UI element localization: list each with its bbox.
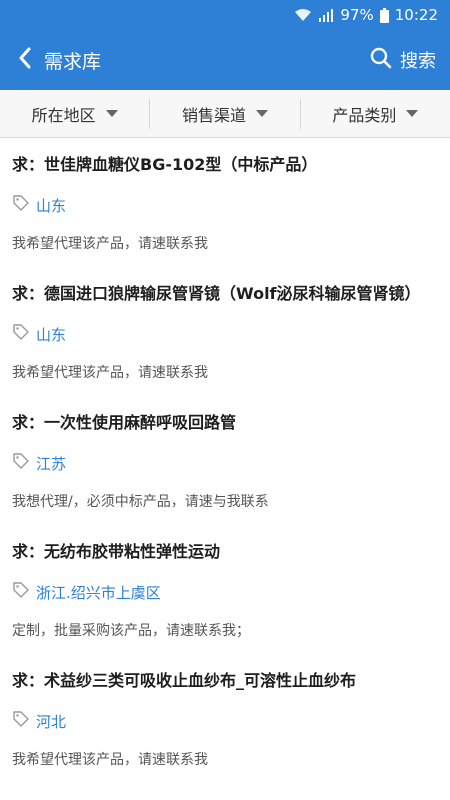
page-title: 需求库 — [44, 50, 102, 73]
location-label: 浙江.绍兴市上虞区 — [36, 583, 161, 602]
item-title: 求：德国进口狼牌输尿管肾镜（Wolf泌尿科输尿管肾镜） — [12, 284, 421, 303]
item-location: 浙江.绍兴市上虞区 — [12, 581, 438, 603]
tag-icon — [12, 581, 30, 603]
search-button[interactable]: 搜索 — [370, 47, 436, 74]
list-item[interactable]: 求：术益纱三类可吸收止血纱布_可溶性止血纱布 河北 我希望代理该产品，请速联系我 — [0, 654, 450, 783]
item-location: 山东 — [12, 323, 438, 345]
item-description: 定制，批量采购该产品，请速联系我； — [12, 623, 250, 639]
item-title: 求：无纺布胶带粘性弹性运动 — [12, 542, 221, 561]
tag-icon — [12, 710, 30, 732]
list-item[interactable]: 求：世佳牌血糖仪BG-102型（中标产品） 山东 我希望代理该产品，请速联系我 — [0, 138, 450, 267]
item-description: 我希望代理该产品，请速联系我 — [12, 236, 208, 252]
item-location: 江苏 — [12, 452, 438, 474]
battery-percent: 97% — [340, 6, 374, 24]
item-description: 我希望代理该产品，请速联系我 — [12, 365, 208, 381]
filter-region[interactable]: 所在地区 — [0, 99, 149, 129]
clock: 10:22 — [394, 6, 438, 24]
tag-icon — [12, 323, 30, 345]
filter-label: 销售渠道 — [181, 105, 246, 125]
location-label: 山东 — [36, 196, 67, 215]
app-bar: 需求库 搜索 — [0, 30, 450, 90]
item-location: 山东 — [12, 194, 438, 216]
location-label: 河北 — [36, 712, 67, 731]
item-title: 求：世佳牌血糖仪BG-102型（中标产品） — [12, 155, 318, 174]
status-bar: 97% 10:22 — [0, 0, 450, 30]
signal-icon — [318, 8, 334, 22]
caret-down-icon — [105, 110, 118, 117]
list-item[interactable]: 求：一次性使用麻醉呼吸回路管 江苏 我想代理/，必须中标产品，请速与我联系 — [0, 396, 450, 525]
tag-icon — [12, 452, 30, 474]
location-label: 江苏 — [36, 454, 67, 473]
back-button[interactable]: 需求库 — [18, 47, 101, 74]
filter-category[interactable]: 产品类别 — [299, 98, 450, 129]
caret-down-icon — [406, 110, 419, 117]
filter-bar: 所在地区 销售渠道 产品类别 — [0, 90, 450, 138]
item-title: 求：一次性使用麻醉呼吸回路管 — [12, 413, 237, 432]
filter-label: 所在地区 — [31, 105, 96, 125]
search-icon — [370, 47, 392, 74]
item-description: 我希望代理该产品，请速联系我 — [12, 752, 208, 768]
item-title: 求：术益纱三类可吸收止血纱布_可溶性止血纱布 — [12, 671, 357, 690]
caret-down-icon — [256, 110, 268, 117]
wifi-icon — [294, 8, 312, 22]
battery-icon — [379, 7, 389, 23]
item-description: 我想代理/，必须中标产品，请速与我联系 — [12, 494, 269, 510]
demand-list: 求：世佳牌血糖仪BG-102型（中标产品） 山东 我希望代理该产品，请速联系我 … — [0, 138, 450, 783]
chevron-left-icon — [18, 47, 32, 73]
list-item[interactable]: 求：德国进口狼牌输尿管肾镜（Wolf泌尿科输尿管肾镜） 山东 我希望代理该产品，… — [0, 267, 450, 396]
location-label: 山东 — [36, 325, 67, 344]
list-item[interactable]: 求：无纺布胶带粘性弹性运动 浙江.绍兴市上虞区 定制，批量采购该产品，请速联系我… — [0, 525, 450, 654]
item-location: 河北 — [12, 710, 438, 732]
tag-icon — [12, 194, 30, 216]
filter-label: 产品类别 — [332, 105, 397, 125]
search-label: 搜索 — [400, 51, 436, 72]
filter-channel[interactable]: 销售渠道 — [149, 98, 299, 129]
